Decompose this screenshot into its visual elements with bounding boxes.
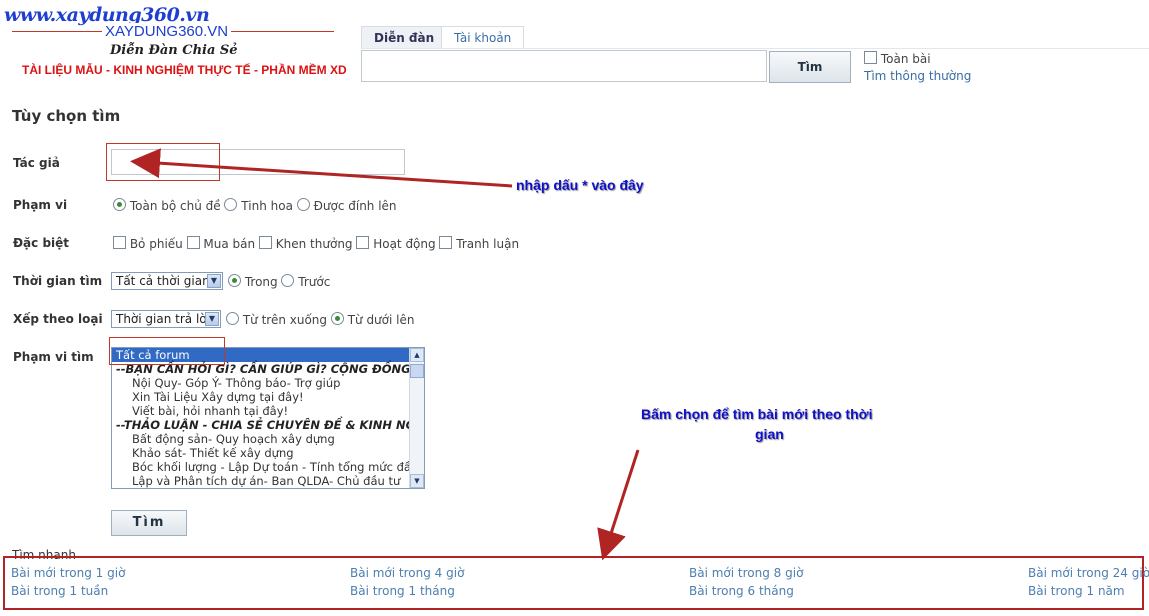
author-annotation: nhập dấu * vào đây: [516, 177, 644, 193]
quick-annotation-line1: Bấm chọn để tìm bài mới theo thời: [641, 406, 873, 422]
quick-arrow: [597, 449, 640, 561]
annotation-arrows: [130, 148, 640, 561]
author-arrow: [130, 148, 513, 188]
quick-annotation-line2: gian: [755, 426, 784, 442]
